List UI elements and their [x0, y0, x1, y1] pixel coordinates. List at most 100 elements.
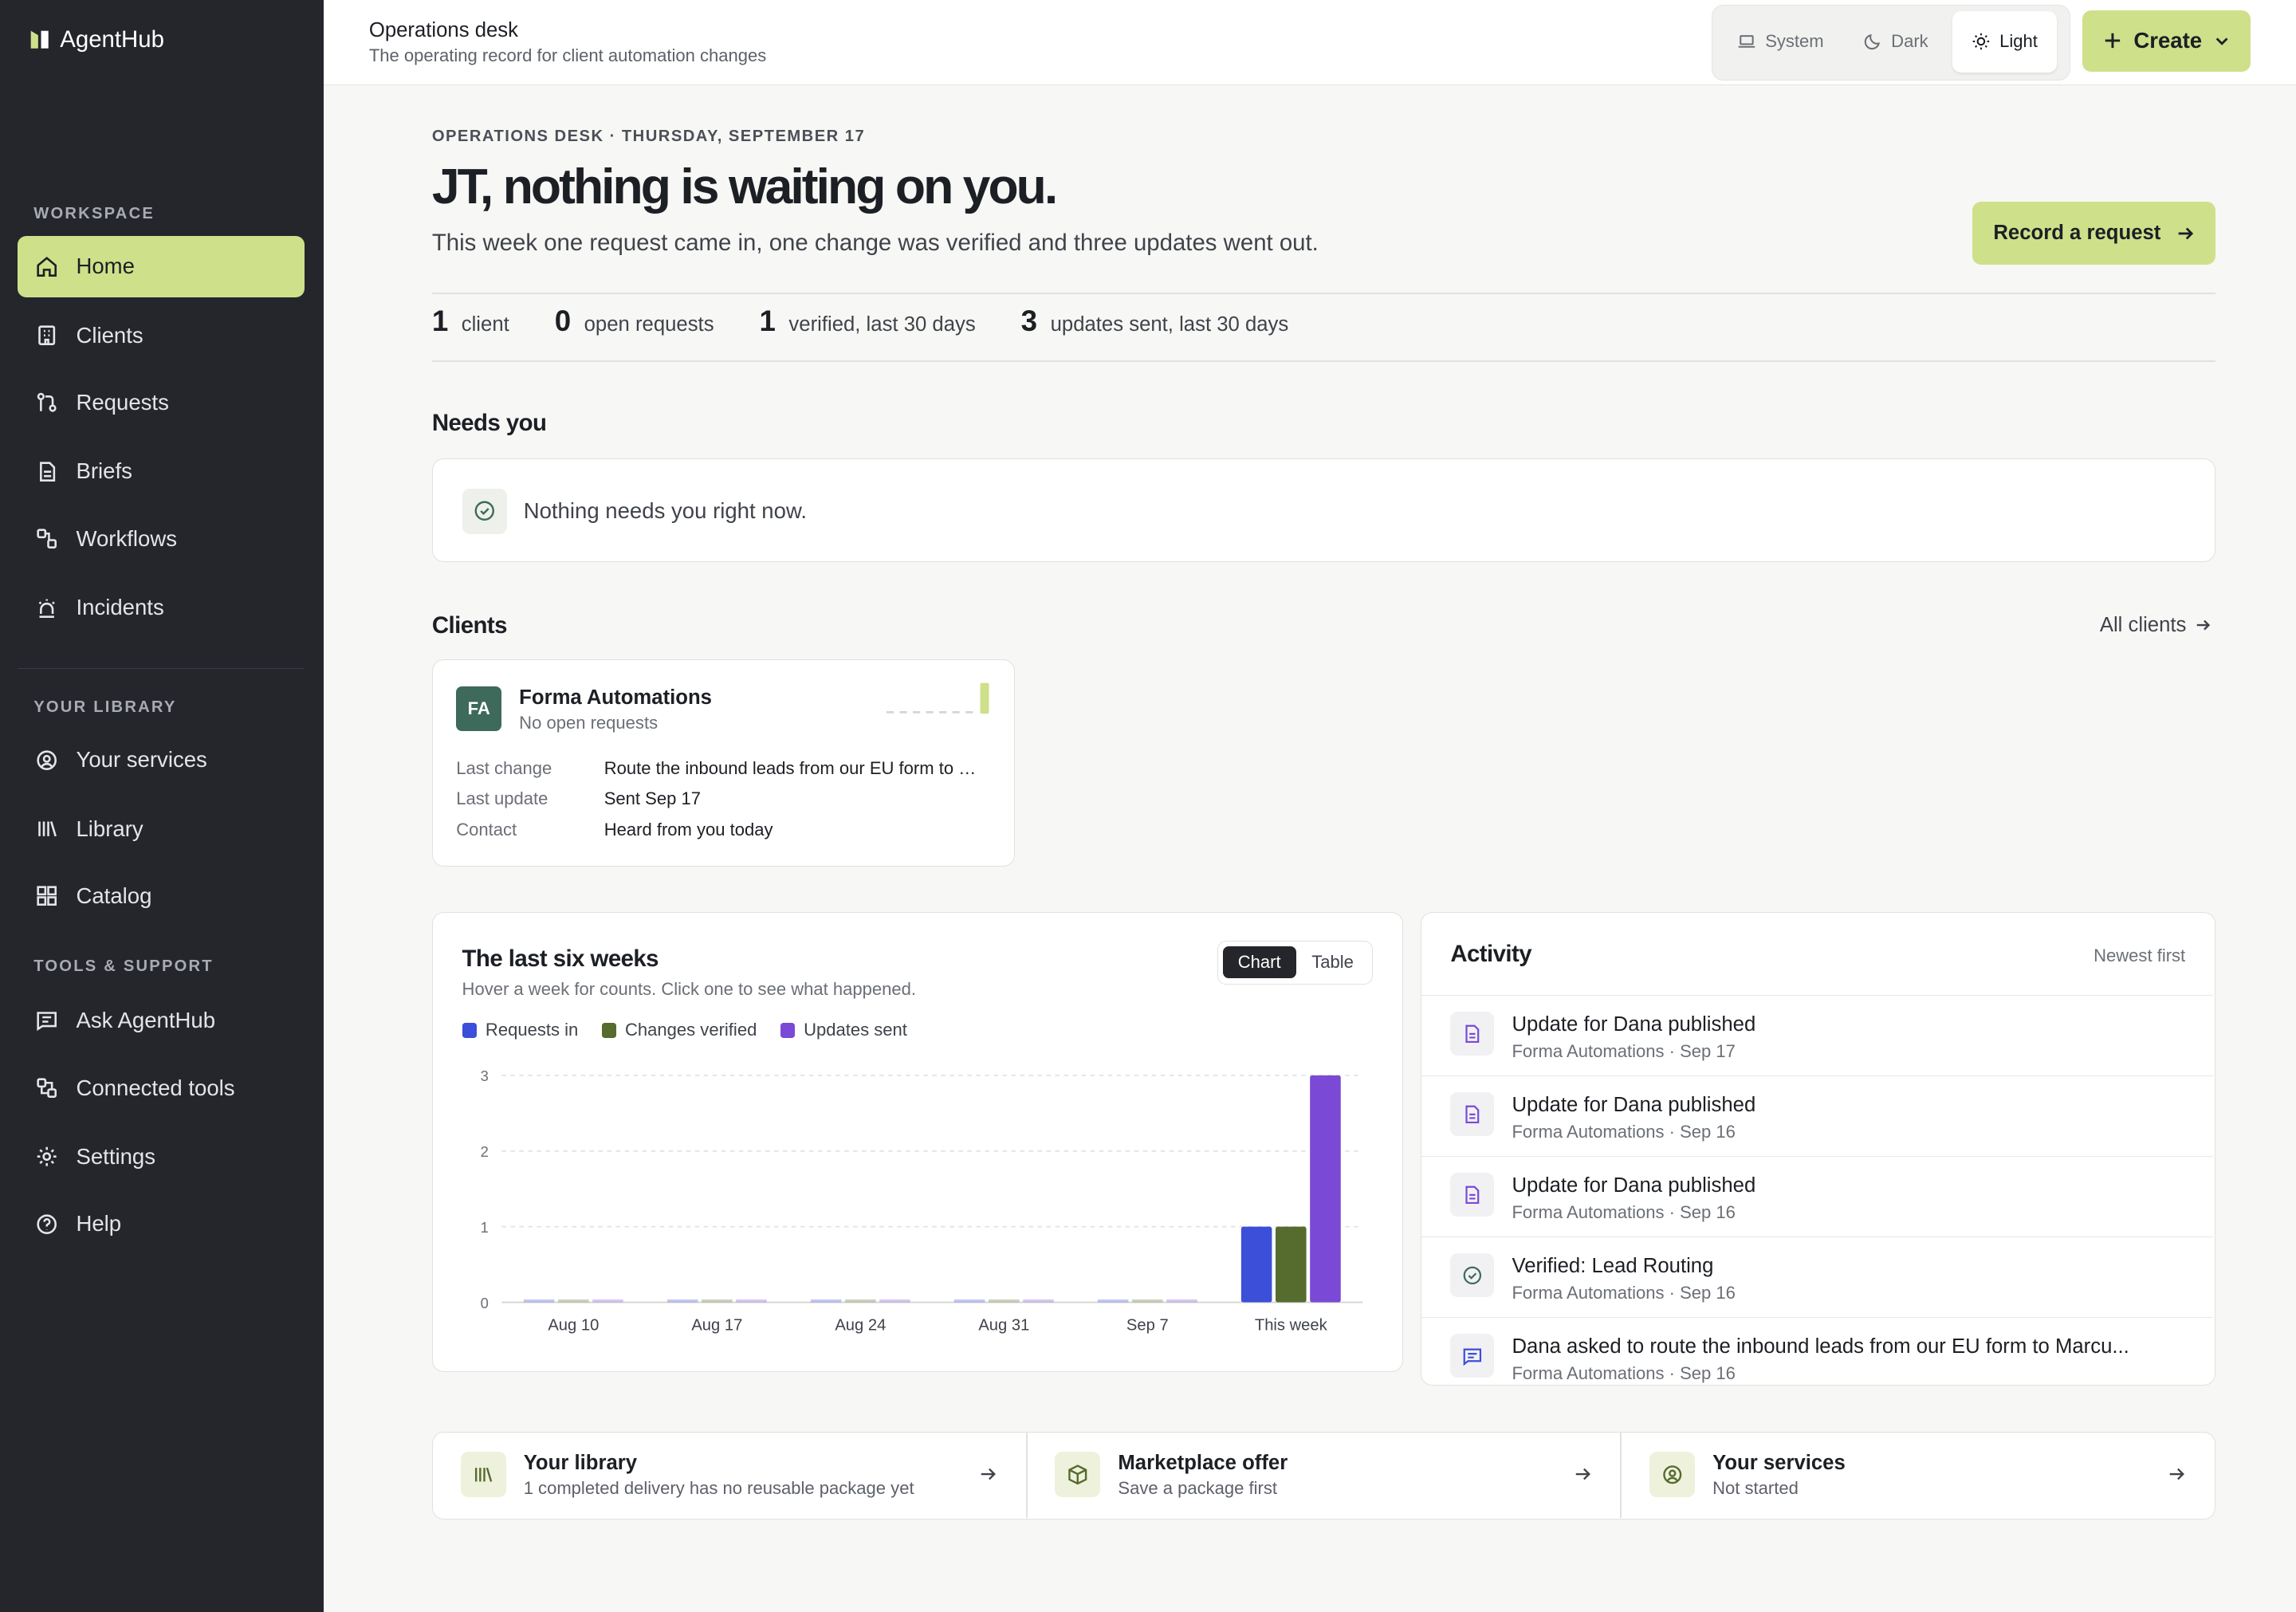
- sidebar-item-label: Library: [76, 816, 144, 841]
- home-icon: [37, 256, 57, 277]
- chart-bar: [1240, 1226, 1272, 1303]
- eyebrow: OPERATIONS DESK · THURSDAY, SEPTEMBER 17: [431, 127, 866, 145]
- theme-light-label: Light: [1999, 31, 2038, 52]
- client-kv-value: Sent Sep 17: [603, 788, 701, 809]
- page-subtitle: The operating record for client automati…: [368, 45, 767, 65]
- activity-meta: Forma Automations · Sep 16: [1512, 1122, 1736, 1142]
- theme-switcher: System Dark Light: [1712, 4, 2071, 81]
- arrow-right-icon: [1575, 1468, 1590, 1480]
- create-label: Create: [2133, 28, 2203, 53]
- record-request-button[interactable]: Record a request: [1972, 202, 2215, 265]
- sidebar-item-label: Incidents: [76, 595, 164, 620]
- stat-number: 0: [554, 305, 572, 338]
- weekly-bar-chart[interactable]: 0 1 2 3 Aug 10 Aug 17 Aug 24 Aug 31 Sep 7 This we…: [433, 913, 1401, 1370]
- client-card[interactable]: FA Forma Automations No open requests La…: [431, 659, 1015, 867]
- stat-label: open requests: [584, 313, 714, 336]
- sidebar-item-label: Requests: [76, 390, 169, 415]
- sidebar-item-library[interactable]: Library: [18, 798, 305, 859]
- sidebar-item-settings[interactable]: Settings: [18, 1126, 305, 1187]
- record-request-label: Record a request: [1993, 222, 2161, 245]
- help-icon: [37, 1214, 57, 1234]
- sidebar-item-label: Home: [76, 254, 135, 279]
- activity-sort[interactable]: Newest first: [2094, 946, 2185, 966]
- message-icon: [37, 1012, 57, 1032]
- activity-meta: Forma Automations · Sep 16: [1512, 1202, 1736, 1223]
- sidebar-item-connected-tools[interactable]: Connected tools: [18, 1057, 305, 1119]
- bottom-tiles: Your library 1 completed delivery has no…: [431, 1432, 2215, 1520]
- lede: This week one request came in, one chang…: [431, 230, 1319, 257]
- tile-title: Marketplace offer: [1118, 1452, 1288, 1475]
- stat-clients: 1 client: [432, 305, 509, 338]
- chevron-down-icon: [2215, 37, 2228, 46]
- client-status: No open requests: [519, 712, 659, 733]
- x-tick-label: Aug 24: [835, 1317, 886, 1335]
- activity-text: Dana asked to route the inbound leads fr…: [1512, 1335, 2129, 1358]
- x-tick-label: Aug 17: [691, 1317, 742, 1335]
- arrow-right-icon: [981, 1468, 996, 1480]
- sidebar-item-clients[interactable]: Clients: [18, 305, 305, 366]
- stat-updates-sent: 3 updates sent, last 30 days: [1021, 305, 1289, 338]
- weekly-chart-card: The last six weeks Hover a week for coun…: [431, 912, 1403, 1372]
- nav-section-tools: TOOLS & SUPPORT: [33, 957, 214, 976]
- user-circle-icon: [37, 749, 57, 770]
- activity-text: Update for Dana published: [1512, 1094, 1756, 1117]
- client-kv-key: Last update: [456, 788, 548, 809]
- sidebar-item-briefs[interactable]: Briefs: [18, 441, 305, 502]
- theme-light-button[interactable]: Light: [1952, 10, 2057, 73]
- sun-icon: [1972, 33, 1990, 50]
- needs-you-title: Needs you: [431, 410, 547, 437]
- message-icon: [1450, 1334, 1495, 1378]
- activity-item[interactable]: Dana asked to route the inbound leads fr…: [1421, 1317, 2214, 1398]
- stat-number: 1: [759, 305, 776, 338]
- stat-label: updates sent, last 30 days: [1050, 313, 1289, 336]
- client-kv-value: Heard from you today: [603, 819, 773, 839]
- sidebar-item-your-services[interactable]: Your services: [18, 729, 305, 791]
- sidebar-item-label: Your services: [76, 747, 207, 773]
- tile-marketplace-offer[interactable]: Marketplace offer Save a package first: [1028, 1433, 1621, 1518]
- theme-dark-button[interactable]: Dark: [1844, 11, 1947, 73]
- tile-your-services[interactable]: Your services Not started: [1622, 1433, 2215, 1518]
- sidebar-item-requests[interactable]: Requests: [18, 372, 305, 434]
- chart-bar: [1023, 1299, 1054, 1303]
- tile-subtitle: Not started: [1712, 1478, 1799, 1499]
- activity-meta: Forma Automations · Sep 16: [1512, 1363, 1736, 1384]
- client-kv-key: Contact: [456, 819, 517, 839]
- app-logo[interactable]: AgentHub: [28, 26, 164, 53]
- chart-bar: [810, 1299, 842, 1303]
- x-tick-label: Aug 31: [978, 1317, 1029, 1335]
- arrow-right-icon: [2170, 1468, 2185, 1480]
- user-circle-icon: [1649, 1452, 1696, 1498]
- headline: JT, nothing is waiting on you.: [431, 159, 1058, 215]
- tile-your-library[interactable]: Your library 1 completed delivery has no…: [433, 1433, 1026, 1518]
- sidebar-item-workflows[interactable]: Workflows: [18, 508, 305, 569]
- chart-bar: [879, 1299, 910, 1303]
- theme-system-label: System: [1765, 31, 1824, 52]
- nav-divider: [18, 667, 305, 670]
- x-tick-label: This week: [1255, 1317, 1328, 1335]
- theme-system-button[interactable]: System: [1718, 11, 1842, 73]
- laptop-icon: [1739, 35, 1755, 49]
- sidebar-item-help[interactable]: Help: [18, 1193, 305, 1255]
- activity-item[interactable]: Update for Dana published Forma Automatio…: [1421, 1075, 2214, 1156]
- sparkline-bar: [980, 682, 989, 714]
- chart-bar: [701, 1299, 733, 1303]
- chart-bar: [523, 1299, 555, 1303]
- sidebar-item-home[interactable]: Home: [18, 235, 305, 297]
- building-icon: [38, 325, 56, 345]
- create-button[interactable]: Create: [2082, 10, 2251, 72]
- sidebar-item-incidents[interactable]: Incidents: [18, 577, 305, 639]
- sidebar-item-ask-agenthub[interactable]: Ask AgentHub: [18, 990, 305, 1052]
- nav-section-library: YOUR LIBRARY: [33, 698, 177, 717]
- sidebar-item-catalog[interactable]: Catalog: [18, 865, 305, 926]
- chart-bar: [1275, 1226, 1307, 1303]
- document-icon: [1450, 1012, 1495, 1056]
- activity-item[interactable]: Verified: Lead Routing Forma Automations …: [1421, 1237, 2214, 1317]
- activity-item[interactable]: Update for Dana published Forma Automatio…: [1421, 995, 2214, 1075]
- activity-meta: Forma Automations · Sep 16: [1512, 1283, 1736, 1303]
- activity-card: Activity Newest first Update for Dana pu…: [1420, 912, 2215, 1386]
- activity-item[interactable]: Update for Dana published Forma Automatio…: [1421, 1156, 2214, 1237]
- all-clients-link[interactable]: All clients: [2100, 614, 2211, 637]
- plus-icon: [2105, 33, 2120, 49]
- chart-bar: [557, 1299, 589, 1303]
- chart-bar: [1166, 1299, 1197, 1303]
